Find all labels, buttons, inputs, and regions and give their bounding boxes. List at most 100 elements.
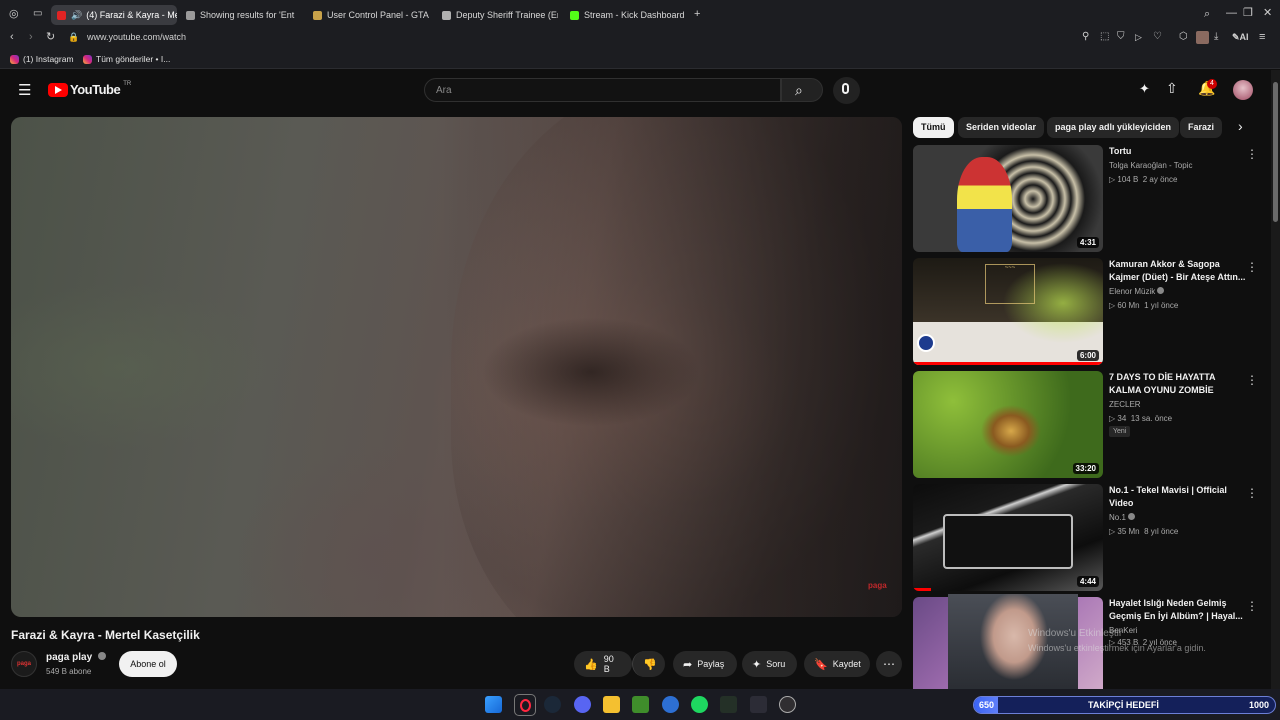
file-explorer-icon[interactable] xyxy=(603,696,620,713)
recommendation-title[interactable]: 7 DAYS TO DİE HAYATTA KALMA OYUNU ZOMBİE xyxy=(1109,371,1249,397)
recommendation-item[interactable]: ~~~ 6:00 Kamuran Akkor & Sagopa Kajmer (… xyxy=(913,258,1263,365)
browser-menu-icon[interactable]: ◎ xyxy=(9,8,19,20)
more-options-icon[interactable]: ⋮ xyxy=(1246,486,1258,500)
like-button[interactable]: 👍 90 B xyxy=(574,651,632,677)
channel-watermark: paga xyxy=(868,581,887,590)
tab-deputy-sheriff[interactable]: Deputy Sheriff Trainee (Ent xyxy=(436,5,558,25)
steam-icon[interactable] xyxy=(544,696,561,713)
tab-search-results[interactable]: Showing results for 'Ent xyxy=(180,5,300,25)
profile-avatar[interactable] xyxy=(1196,31,1209,44)
goal-label: TAKİPÇİ HEDEFİ xyxy=(1088,700,1159,710)
bookmark-icon: 🔖 xyxy=(814,658,828,671)
recommendation-channel[interactable]: Tolga Karaoğlan - Topic xyxy=(1109,161,1192,170)
obs-icon[interactable] xyxy=(779,696,796,713)
recommendation-channel[interactable]: Elenor Müzik xyxy=(1109,287,1165,296)
recommendation-channel[interactable]: ZECLER xyxy=(1109,400,1141,409)
chip-all[interactable]: Tümü xyxy=(913,117,954,138)
opera-icon[interactable] xyxy=(514,694,536,716)
url-field[interactable]: www.youtube.com/watch xyxy=(87,32,186,42)
minimize-icon[interactable]: — xyxy=(1226,7,1237,19)
tab-kick-dashboard[interactable]: Stream - Kick Dashboard xyxy=(564,5,688,25)
views: 34 xyxy=(1117,414,1127,423)
watch-progress-bar xyxy=(913,588,931,591)
search-tabs-icon[interactable]: ⌕ xyxy=(1204,8,1210,20)
shield-icon[interactable]: ⛉ xyxy=(1117,31,1125,43)
create-icon[interactable]: ✦ xyxy=(1139,81,1150,97)
chip-uploader[interactable]: paga play adlı yükleyiciden xyxy=(1047,117,1180,138)
dislike-button[interactable]: 👎 xyxy=(632,651,665,677)
video-thumbnail[interactable]: 4:44 xyxy=(913,484,1103,591)
more-options-icon[interactable]: ⋮ xyxy=(1246,260,1258,274)
chip-series[interactable]: Seriden videolar xyxy=(958,117,1045,138)
recommendation-title[interactable]: Tortu xyxy=(1109,145,1249,158)
subscribe-button[interactable]: Abone ol xyxy=(119,651,177,677)
back-icon[interactable]: ‹ xyxy=(10,31,14,43)
maximize-icon[interactable]: ❐ xyxy=(1243,7,1253,19)
voice-search-button[interactable] xyxy=(833,77,860,104)
ask-button[interactable]: ✦ Soru xyxy=(742,651,797,677)
bookmark-label: Tüm gönderiler • I... xyxy=(96,54,171,64)
youtube-logo[interactable]: YouTube TR xyxy=(48,81,131,97)
chip-farazi[interactable]: Farazi xyxy=(1180,117,1223,138)
hamburger-menu-icon[interactable]: ☰ xyxy=(18,81,31,99)
activation-title: Windows'u Etkinleştir xyxy=(1028,628,1123,639)
windows-start-icon[interactable] xyxy=(485,696,502,713)
thumbs-up-icon: 👍 xyxy=(584,658,598,671)
spotify-icon[interactable] xyxy=(691,696,708,713)
youtube-favicon-icon xyxy=(57,10,66,20)
download-icon[interactable]: ⤓ xyxy=(1214,31,1218,43)
kick-favicon-icon xyxy=(570,10,579,20)
network-app-icon[interactable] xyxy=(662,696,679,713)
ai-button[interactable]: ✎AI xyxy=(1232,31,1249,43)
new-tab-icon[interactable]: + xyxy=(694,8,700,20)
upload-icon[interactable]: ⇧ xyxy=(1166,80,1178,97)
page-scrollbar[interactable] xyxy=(1271,70,1280,689)
streaming-app-icon[interactable] xyxy=(720,696,737,713)
chevron-right-icon[interactable]: › xyxy=(1238,118,1243,134)
video-thumbnail[interactable]: 33:20 xyxy=(913,371,1103,478)
play-icon[interactable]: ▷ xyxy=(1135,31,1142,43)
search-button[interactable]: ⌕ xyxy=(781,78,823,102)
recommendation-item[interactable]: 4:44 No.1 - Tekel Mavisi | Official Vide… xyxy=(913,484,1263,591)
search-input[interactable]: Ara xyxy=(424,78,781,102)
share-button[interactable]: ➦ Paylaş xyxy=(673,651,737,677)
bookmark-all-posts[interactable]: Tüm gönderiler • I... xyxy=(83,54,170,64)
forward-icon[interactable]: › xyxy=(29,31,33,43)
recommendation-title[interactable]: Hayalet Islığı Neden Gelmiş Geçmiş En İy… xyxy=(1109,597,1249,623)
reload-icon[interactable]: ↻ xyxy=(46,31,55,43)
account-avatar[interactable] xyxy=(1233,80,1253,100)
more-actions-button[interactable]: ⋯ xyxy=(876,651,902,677)
more-options-icon[interactable]: ⋮ xyxy=(1246,599,1258,613)
recommendation-item[interactable]: 4:31 Tortu Tolga Karaoğlan - Topic ▷ 104… xyxy=(913,145,1263,252)
minecraft-icon[interactable] xyxy=(632,696,649,713)
tab-user-control-panel[interactable]: User Control Panel - GTA V xyxy=(307,5,429,25)
gaming-app-icon[interactable] xyxy=(750,696,767,713)
views: 60 Mn xyxy=(1117,301,1140,310)
bookmark-instagram[interactable]: (1) Instagram xyxy=(10,54,74,64)
close-window-icon[interactable]: ✕ xyxy=(1263,7,1272,19)
screenshot-icon[interactable]: ⬚ xyxy=(1100,31,1109,43)
subscriber-count: 549 B abone xyxy=(46,667,92,676)
more-options-icon[interactable]: ⋮ xyxy=(1246,147,1258,161)
verified-icon xyxy=(1128,513,1136,520)
tab-youtube[interactable]: 🔊 (4) Farazi & Kayra - Me xyxy=(51,5,177,25)
more-options-icon[interactable]: ⋮ xyxy=(1246,373,1258,387)
channel-avatar[interactable]: paga xyxy=(11,651,37,677)
workspaces-icon[interactable]: ▭ xyxy=(33,8,42,20)
menu-icon[interactable]: ≡ xyxy=(1259,31,1265,43)
scrollbar-thumb[interactable] xyxy=(1273,82,1278,222)
save-button[interactable]: 🔖 Kaydet xyxy=(804,651,870,677)
age: 2 ay önce xyxy=(1142,175,1178,184)
recommendation-item[interactable]: 33:20 7 DAYS TO DİE HAYATTA KALMA OYUNU … xyxy=(913,371,1263,478)
recommendation-channel[interactable]: No.1 xyxy=(1109,513,1136,522)
channel-name[interactable]: paga play xyxy=(46,652,106,663)
video-player[interactable]: paga xyxy=(11,117,902,617)
pin-icon[interactable]: ⚲ xyxy=(1082,31,1089,43)
heart-icon[interactable]: ♡ xyxy=(1153,31,1162,43)
video-thumbnail[interactable]: ~~~ 6:00 xyxy=(913,258,1103,365)
discord-icon[interactable] xyxy=(574,696,591,713)
extensions-icon[interactable]: ⬡ xyxy=(1179,31,1188,43)
video-thumbnail[interactable]: 4:31 xyxy=(913,145,1103,252)
recommendation-title[interactable]: No.1 - Tekel Mavisi | Official Video xyxy=(1109,484,1249,510)
recommendation-title[interactable]: Kamuran Akkor & Sagopa Kajmer (Düet) - B… xyxy=(1109,258,1249,284)
